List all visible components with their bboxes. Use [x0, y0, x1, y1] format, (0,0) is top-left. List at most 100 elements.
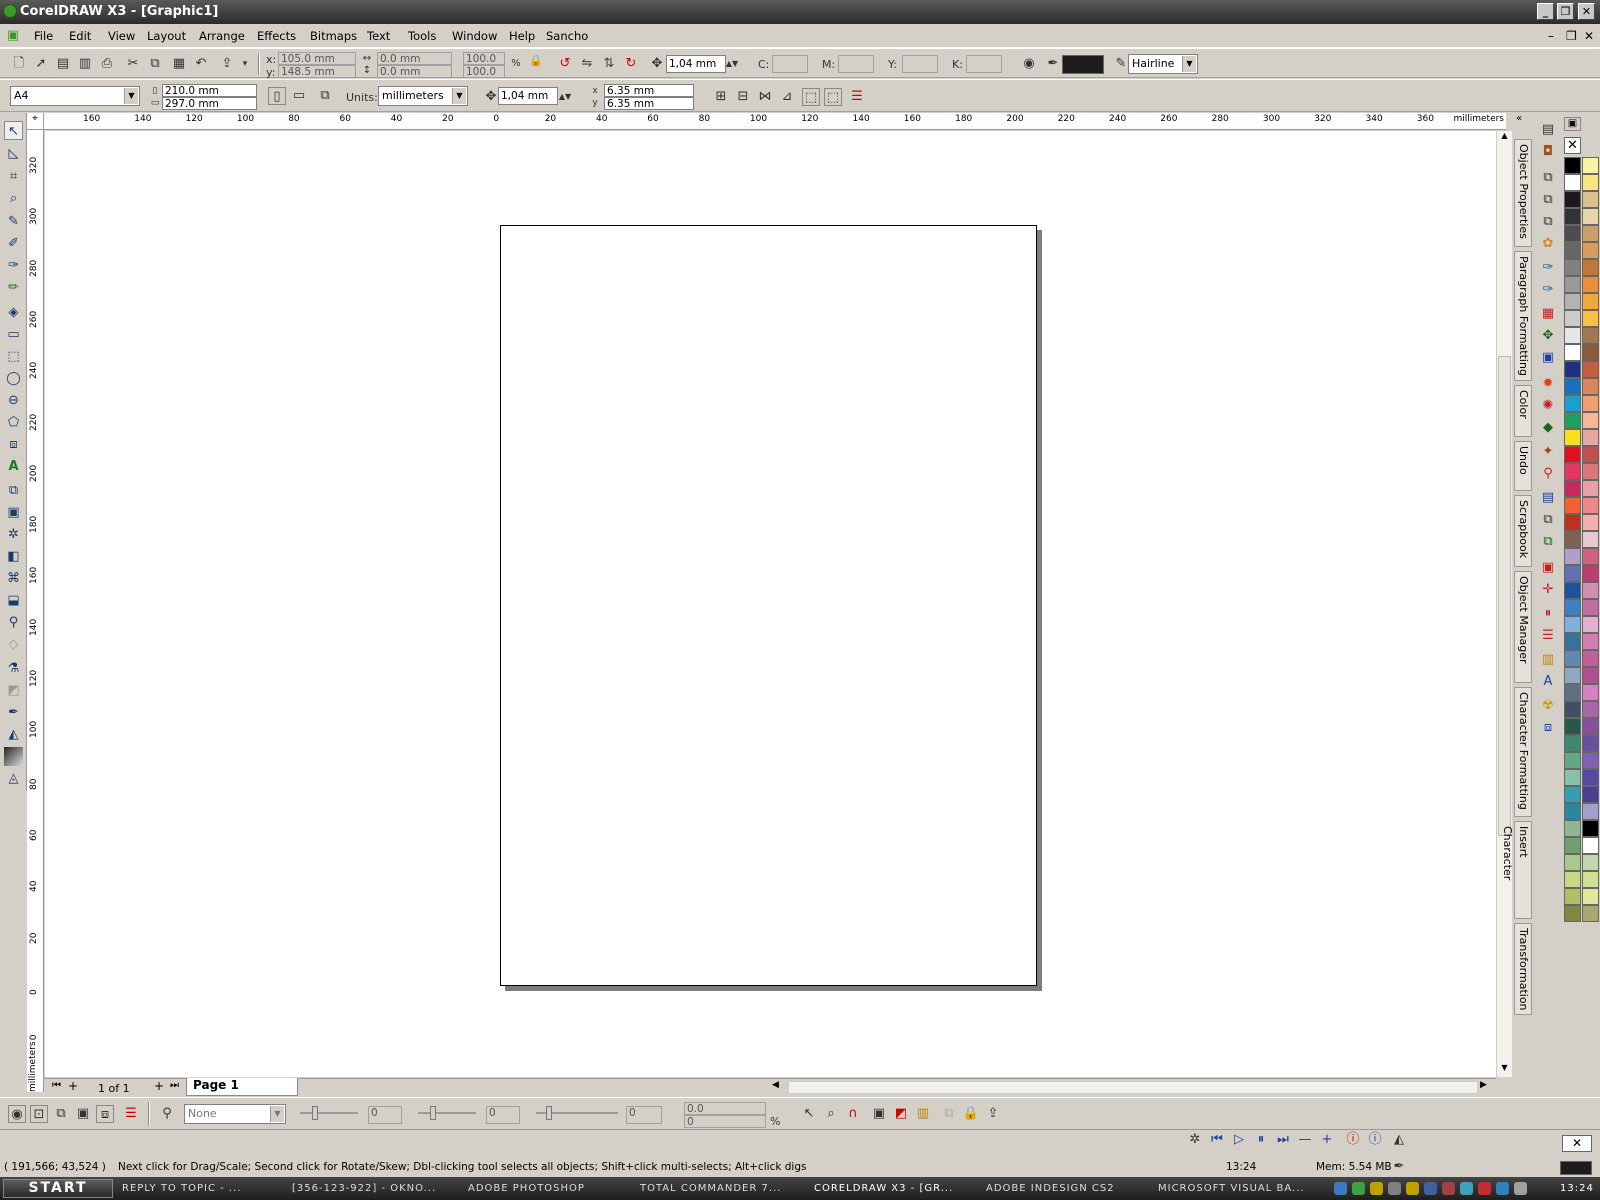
paintbucket-icon[interactable]: ◩	[4, 681, 23, 700]
ellipse-3pt-icon[interactable]: ⊖	[4, 391, 23, 410]
color-swatch[interactable]	[1564, 786, 1581, 803]
menu-view[interactable]: View	[108, 29, 135, 43]
color-swatch[interactable]	[1564, 191, 1581, 208]
color-swatch[interactable]	[1582, 395, 1599, 412]
sidebar-icon-27[interactable]: ⧈	[1539, 719, 1557, 737]
sidebar-icon-19[interactable]: ⧉	[1539, 533, 1557, 551]
color-swatch[interactable]	[1582, 242, 1599, 259]
color-swatch[interactable]	[1582, 480, 1599, 497]
color-swatch[interactable]	[1564, 599, 1581, 616]
last-page-icon[interactable]: ⏭	[170, 1080, 179, 1091]
color-swatch[interactable]	[1582, 208, 1599, 225]
crop-tool-icon[interactable]: ⌗	[4, 167, 23, 186]
color-swatch[interactable]	[1564, 276, 1581, 293]
color-swatch[interactable]	[1564, 378, 1581, 395]
tray-icon-9[interactable]	[1478, 1182, 1491, 1195]
outline-width-select[interactable]: Hairline ▼	[1128, 54, 1198, 74]
print-icon[interactable]: ⎙	[98, 55, 116, 73]
color-swatch[interactable]	[1582, 854, 1599, 871]
sidebar-icon-16[interactable]: ⚲	[1539, 465, 1557, 483]
info-icon-2[interactable]: ⓘ	[1366, 1131, 1384, 1149]
sidebar-icon-18[interactable]: ⧉	[1539, 511, 1557, 529]
color-swatch[interactable]	[1582, 378, 1599, 395]
tray-icon-11[interactable]	[1514, 1182, 1527, 1195]
sidebar-icon-15[interactable]: ✦	[1539, 443, 1557, 461]
color-swatch[interactable]	[1564, 208, 1581, 225]
menu-layout[interactable]: Layout	[147, 29, 186, 43]
swatch-icon[interactable]: ▥	[914, 1105, 932, 1123]
menu-file[interactable]: File	[34, 29, 53, 43]
yellow-field[interactable]	[902, 55, 938, 73]
export-icon[interactable]: ⇪	[218, 55, 236, 73]
distort-tool-icon[interactable]: ✲	[4, 525, 23, 544]
lock-icon-2[interactable]: 🔒	[962, 1105, 980, 1123]
snap-guidelines-icon[interactable]: ⊟	[734, 88, 752, 106]
color-swatch[interactable]	[1582, 718, 1599, 735]
chevron-down-icon[interactable]: ▼	[124, 88, 138, 104]
scroll-right-icon[interactable]: ▶	[1480, 1080, 1487, 1090]
color-swatch[interactable]	[1582, 327, 1599, 344]
color-swatch[interactable]	[1564, 531, 1581, 548]
start-button[interactable]: START	[3, 1179, 113, 1198]
color-swatch[interactable]	[1582, 667, 1599, 684]
pointer-icon[interactable]: ↖	[800, 1105, 818, 1123]
mirror-h-icon[interactable]: ⇋	[578, 55, 596, 73]
docker-transformation[interactable]: Transformation	[1514, 923, 1532, 1015]
docker-color[interactable]: Color	[1514, 385, 1532, 437]
color-swatch[interactable]	[1582, 888, 1599, 905]
tray-icon-4[interactable]	[1388, 1182, 1401, 1195]
color-swatch[interactable]	[1564, 820, 1581, 837]
color-swatch[interactable]	[1564, 752, 1581, 769]
color-swatch[interactable]	[1582, 412, 1599, 429]
copy-icon[interactable]: ⧉	[146, 55, 164, 73]
tray-icon-10[interactable]	[1496, 1182, 1509, 1195]
docker-insert-character[interactable]: Insert Character	[1501, 821, 1532, 919]
media-prev-icon[interactable]: ⏮	[1208, 1131, 1226, 1149]
scroll-up-icon[interactable]: ▲	[1498, 131, 1511, 144]
slider-thumb-3[interactable]	[546, 1106, 552, 1120]
color-swatch[interactable]	[1564, 735, 1581, 752]
prop-icon-5[interactable]: ⧈	[96, 1105, 114, 1123]
units-select[interactable]: millimeters ▼	[378, 86, 468, 106]
color-swatch[interactable]	[1564, 582, 1581, 599]
page-height-field[interactable]: 297.0 mm	[162, 97, 257, 110]
export-icon[interactable]: ⇪	[984, 1105, 1002, 1123]
color-swatch[interactable]	[1582, 599, 1599, 616]
color-swatch[interactable]	[1564, 854, 1581, 871]
angle-field-1[interactable]: 0.0	[684, 1102, 766, 1115]
color-swatch[interactable]	[1582, 786, 1599, 803]
mirror-v-icon[interactable]: ⇅	[600, 55, 618, 73]
value-field-1[interactable]: 0	[368, 1106, 402, 1124]
restore-icon[interactable]: ❐	[1557, 3, 1574, 20]
color-swatch[interactable]	[1564, 667, 1581, 684]
color-swatch[interactable]	[1564, 871, 1581, 888]
envelope-tool-icon[interactable]: ⌘	[4, 569, 23, 588]
color-swatch[interactable]	[1582, 616, 1599, 633]
sidebar-icon-23[interactable]: ☰	[1539, 627, 1557, 645]
media-play-icon[interactable]: ▷	[1230, 1131, 1248, 1149]
color-swatch[interactable]	[1582, 225, 1599, 242]
fill-tool-icon[interactable]: ◭	[4, 725, 23, 744]
no-color-swatch[interactable]: ✕	[1564, 137, 1581, 154]
eyedropper-icon[interactable]: ⚗	[4, 659, 23, 678]
color-swatch[interactable]	[1582, 276, 1599, 293]
prop-icon-2[interactable]: ⊡	[30, 1105, 48, 1123]
sidebar-icon-13[interactable]: ✺	[1539, 397, 1557, 415]
nudge-distance-field[interactable]: 1,04 mm	[498, 87, 558, 105]
docker-paragraph-formatting[interactable]: Paragraph Formatting	[1514, 251, 1532, 381]
doc-restore-icon[interactable]: ❐	[1566, 29, 1577, 43]
width-field[interactable]: 0.0 mm	[377, 52, 452, 65]
color-swatch[interactable]	[1564, 395, 1581, 412]
smart-drawing-icon[interactable]: ✐	[4, 234, 23, 253]
extrude-tool-icon[interactable]: ⬓	[4, 591, 23, 610]
height-field[interactable]: 0.0 mm	[377, 65, 452, 78]
smart-fill-icon[interactable]: ◈	[4, 303, 23, 322]
nudge-spinner-icon[interactable]: ▲▼	[556, 88, 574, 106]
export-dropdown-icon[interactable]: ▾	[236, 55, 254, 73]
cut-icon[interactable]: ✂	[124, 55, 142, 73]
sidebar-icon-3[interactable]: ⧉	[1539, 169, 1557, 187]
outline-pen-icon[interactable]: ✒	[1044, 55, 1062, 73]
snap-objects-icon[interactable]: ⋈	[756, 88, 774, 106]
color-swatch[interactable]	[1564, 616, 1581, 633]
tray-icon-3[interactable]	[1370, 1182, 1383, 1195]
